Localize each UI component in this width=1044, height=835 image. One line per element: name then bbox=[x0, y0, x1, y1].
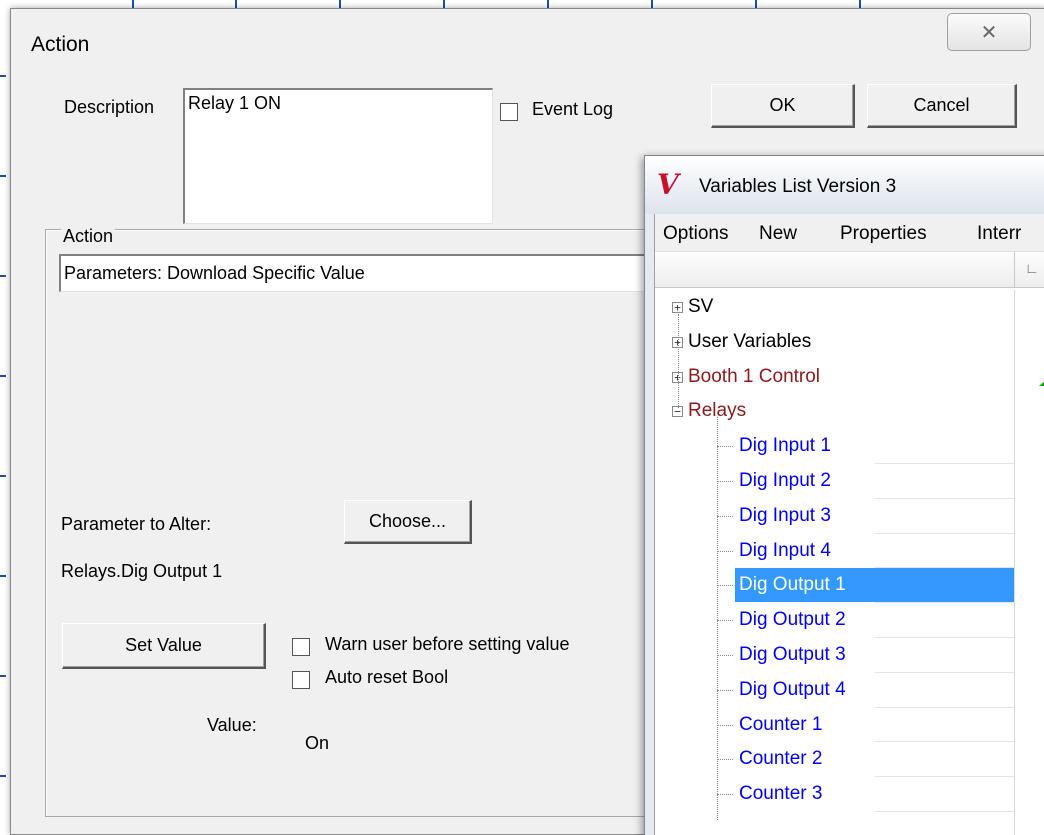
parameter-label: Parameter to Alter: bbox=[61, 514, 212, 534]
variables-client-area: Options New Properties Interr ∟ + SV + User… bbox=[654, 214, 1044, 835]
close-icon: ✕ bbox=[980, 20, 998, 44]
row-separator bbox=[875, 741, 1014, 743]
tree-node-dig-output-4[interactable]: Dig Output 4 bbox=[735, 673, 854, 707]
tree-line bbox=[717, 655, 733, 656]
row-separator bbox=[875, 602, 1014, 604]
parameter-value: Relays.Dig Output 1 bbox=[61, 561, 223, 581]
tree-node-user-variables[interactable]: User Variables bbox=[688, 325, 811, 359]
choose-button[interactable]: Choose... bbox=[344, 500, 472, 544]
tree-line bbox=[717, 759, 733, 761]
row-separator bbox=[875, 811, 1014, 812]
column-divider[interactable] bbox=[1014, 252, 1015, 288]
description-label: Description bbox=[64, 97, 155, 117]
variables-window-title: Variables List Version 3 bbox=[699, 176, 897, 197]
dialog-title: Action bbox=[31, 33, 90, 56]
menu-options[interactable]: Options bbox=[663, 223, 728, 245]
warn-user-label: Warn user before setting value bbox=[325, 634, 570, 654]
action-group-label: Action bbox=[61, 226, 116, 247]
warn-user-checkbox[interactable] bbox=[292, 638, 310, 656]
ruler-tick bbox=[0, 675, 6, 677]
tree-line bbox=[717, 481, 733, 482]
auto-reset-label: Auto reset Bool bbox=[325, 667, 449, 687]
menubar: Options New Properties Interr bbox=[655, 214, 1044, 252]
tree-line bbox=[717, 620, 733, 622]
tree-line bbox=[717, 515, 733, 517]
row-separator bbox=[875, 637, 1014, 638]
column-header[interactable]: ∟ bbox=[655, 252, 1044, 288]
tree-line bbox=[717, 446, 733, 448]
tree-line bbox=[678, 314, 679, 409]
row-separator bbox=[875, 532, 1014, 534]
tree-node-dig-output-1[interactable]: Dig Output 1 bbox=[735, 568, 1014, 603]
menu-interrupt[interactable]: Interr bbox=[977, 223, 1021, 245]
row-separator bbox=[875, 706, 1014, 708]
ruler-tick bbox=[0, 375, 6, 377]
ruler-tick bbox=[0, 475, 6, 477]
tree-node-dig-input-1[interactable]: Dig Input 1 bbox=[735, 429, 839, 463]
row-separator bbox=[875, 463, 1014, 464]
tree-line bbox=[717, 794, 733, 796]
tree-node-dig-output-3[interactable]: Dig Output 3 bbox=[735, 638, 854, 672]
ruler-tick bbox=[0, 75, 6, 77]
menu-properties[interactable]: Properties bbox=[840, 223, 927, 245]
column-sort-icon: ∟ bbox=[1025, 260, 1039, 276]
action-type-field[interactable]: Parameters: Download Specific Value bbox=[59, 254, 659, 292]
status-indicator-icon bbox=[1039, 371, 1044, 386]
row-separator bbox=[875, 671, 1014, 673]
variables-tree: + SV + User Variables + Booth 1 Control − Relay… bbox=[655, 290, 1044, 835]
menu-new[interactable]: New bbox=[759, 223, 797, 245]
tree-node-counter-2[interactable]: Counter 2 bbox=[735, 742, 830, 776]
auto-reset-checkbox[interactable] bbox=[292, 671, 310, 689]
tree-node-counter-1[interactable]: Counter 1 bbox=[735, 708, 830, 742]
expand-icon[interactable]: + bbox=[672, 302, 683, 313]
tree-node-sv[interactable]: SV bbox=[688, 290, 713, 324]
value-label: Value: bbox=[207, 715, 257, 735]
value-text: On bbox=[305, 733, 330, 753]
close-button[interactable]: ✕ bbox=[947, 13, 1031, 51]
tree-node-dig-input-4[interactable]: Dig Input 4 bbox=[735, 534, 839, 568]
tree-node-dig-input-3[interactable]: Dig Input 3 bbox=[735, 499, 839, 533]
ruler-tick bbox=[0, 275, 6, 277]
tree-node-dig-input-2[interactable]: Dig Input 2 bbox=[735, 464, 839, 498]
column-gridline bbox=[1014, 290, 1015, 835]
tree-node-counter-3[interactable]: Counter 3 bbox=[735, 777, 830, 811]
app-logo-icon: V bbox=[657, 168, 679, 201]
event-log-label: Event Log bbox=[532, 99, 614, 119]
set-value-button[interactable]: Set Value bbox=[62, 623, 266, 669]
tree-line bbox=[717, 724, 733, 726]
description-field[interactable]: Relay 1 ON bbox=[183, 88, 493, 224]
tree-line bbox=[717, 550, 733, 552]
variables-list-window: V Variables List Version 3 Options New P… bbox=[644, 155, 1044, 835]
row-separator bbox=[875, 497, 1014, 499]
ok-button[interactable]: OK bbox=[711, 84, 855, 128]
ruler-tick bbox=[0, 775, 6, 777]
cancel-button[interactable]: Cancel bbox=[867, 84, 1017, 128]
tree-node-dig-output-2[interactable]: Dig Output 2 bbox=[735, 603, 854, 637]
ruler-tick bbox=[0, 575, 6, 577]
row-separator bbox=[875, 776, 1014, 778]
event-log-checkbox[interactable] bbox=[500, 103, 518, 121]
tree-line bbox=[717, 689, 733, 691]
tree-node-booth-1-control[interactable]: Booth 1 Control bbox=[688, 360, 820, 394]
ruler-tick bbox=[0, 175, 6, 177]
dialog-titlebar: Action ✕ bbox=[11, 9, 1044, 71]
tree-line bbox=[717, 585, 733, 587]
variables-titlebar: V Variables List Version 3 bbox=[645, 156, 1044, 214]
